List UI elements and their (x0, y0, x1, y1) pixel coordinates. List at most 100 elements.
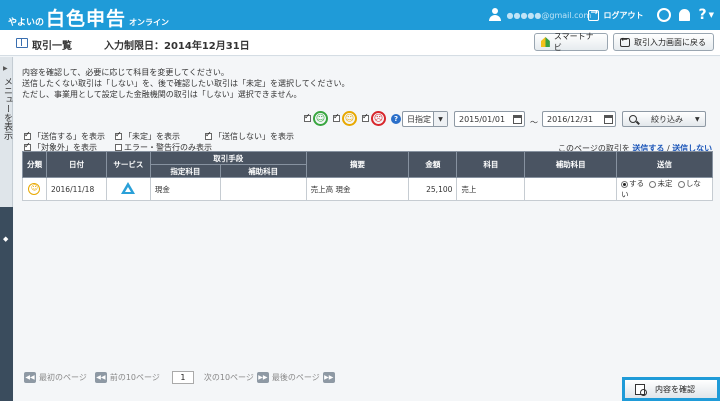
bell-icon[interactable] (679, 9, 691, 21)
logout-button[interactable]: ログアウト (588, 8, 644, 21)
smart-navi-label: スマートナビ (553, 32, 594, 52)
calendar-icon[interactable] (604, 115, 613, 124)
question-icon[interactable]: ? (391, 113, 401, 124)
service-logo-icon (121, 182, 136, 194)
logout-icon (588, 8, 600, 21)
col-description: 摘要 (305, 151, 410, 178)
send-undecided-radio[interactable] (649, 180, 657, 188)
logout-label: ログアウト (603, 10, 644, 20)
message-line-2: 送信したくない取引は「しない」を、後で確認したい取引は「未定」を選択してください… (22, 79, 350, 88)
narrow-down-button[interactable]: 絞り込み ▼ (622, 111, 706, 127)
send-no-radio[interactable] (677, 180, 685, 188)
date-to-value: 2016/12/31 (547, 114, 594, 124)
first-page-link[interactable]: 最初のページ (39, 372, 87, 383)
show-send-label: 「送信する」を表示 (33, 132, 105, 141)
date-to-input[interactable]: 2016/12/31 (542, 111, 616, 127)
transactions-table: 分類 日付 サービス 取引手段 摘要 金額 科目 補助科目 送信 指定科目 補助… (22, 151, 713, 201)
col-method-sub-account: 補助科目 (219, 164, 307, 178)
top-bar: やよいの 白色申告 オンライン ●●●●●@gmail.com ログアウト ? … (0, 0, 720, 30)
show-undecided-option[interactable]: 「未定」を表示 (115, 130, 180, 142)
collapse-icon: ◆ (3, 235, 9, 243)
date-mode-value: 日指定 (407, 114, 431, 124)
row-sub-account[interactable] (524, 177, 618, 201)
show-undecided-label: 「未定」を表示 (124, 132, 180, 141)
user-email: ●●●●●@gmail.com (506, 10, 592, 20)
row-category: ☺ (22, 177, 47, 201)
book-icon (16, 38, 28, 48)
logo-suffix: オンライン (129, 18, 170, 27)
show-not-send-option[interactable]: 「送信しない」を表示 (205, 130, 294, 142)
back-icon (620, 35, 630, 47)
good-filter-checkbox[interactable] (304, 112, 311, 122)
face-filters: ☺ ☺ ☹ ? (304, 111, 401, 126)
col-category: 分類 (22, 151, 47, 178)
page-title: 取引一覧 (32, 41, 72, 52)
bad-face-icon: ☹ (371, 111, 386, 126)
calendar-icon[interactable] (513, 115, 522, 124)
date-from-input[interactable]: 2015/01/01 (454, 111, 525, 127)
date-mode-select[interactable]: 日指定 ▼ (402, 111, 448, 127)
support-icon[interactable] (657, 8, 672, 22)
col-service: サービス (105, 151, 151, 178)
beginner-leaf-icon (541, 37, 550, 47)
message-line-3: ただし、事業用として設定した金融機関の取引は「しない」選択できません。 (22, 90, 302, 99)
user-icon (488, 8, 502, 22)
narrow-down-label: 絞り込み (651, 114, 683, 124)
date-range-separator: ～ (530, 118, 538, 127)
good-face-icon: ☺ (313, 111, 328, 126)
table-row: ☺ 2016/11/18 現金 売上高 現金 25,100 売上 する 未定 し… (22, 177, 713, 201)
show-send-checkbox[interactable] (24, 130, 31, 140)
show-excluded-checkbox[interactable] (24, 141, 31, 151)
col-amount: 金額 (408, 151, 458, 178)
row-send: する 未定 しない (616, 177, 713, 201)
col-date: 日付 (45, 151, 107, 178)
pagination: ◀◀ 最初のページ ◀◀ 前の10ページ 1 次の10ページ ▶▶ 最後のページ… (24, 371, 338, 384)
help-icon[interactable]: ? (698, 7, 706, 23)
row-account[interactable]: 売上 (456, 177, 526, 201)
send-yes-label: する (629, 179, 645, 188)
chevron-right-icon: ▶ (3, 65, 8, 72)
confirm-content-label: 内容を確認 (655, 384, 695, 394)
send-yes-radio[interactable] (621, 180, 629, 188)
row-service (105, 177, 151, 201)
show-send-option[interactable]: 「送信する」を表示 (24, 130, 105, 142)
show-not-send-label: 「送信しない」を表示 (214, 132, 294, 141)
col-sub-account: 補助科目 (524, 151, 618, 178)
next10-icon[interactable]: ▶▶ (256, 372, 269, 383)
next10-link[interactable]: 次の10ページ (204, 372, 254, 383)
show-not-send-checkbox[interactable] (205, 130, 212, 140)
last-page-icon[interactable]: ▶▶ (322, 372, 335, 383)
prev10-link[interactable]: 前の10ページ (110, 372, 160, 383)
row-description[interactable]: 売上高 現金 (305, 177, 410, 201)
back-label: 取引入力画面に戻る (634, 37, 706, 47)
date-from-value: 2015/01/01 (459, 114, 506, 124)
side-menu-toggle[interactable]: ▶ メニューを表示 ◆ (0, 57, 13, 401)
side-menu-label: メニューを表示 (2, 77, 12, 140)
title-bar: 取引一覧 入力制限日：2014年12月31日 (0, 30, 720, 56)
app-logo[interactable]: やよいの 白色申告 オンライン (8, 4, 170, 30)
mid-filter-checkbox[interactable] (333, 112, 340, 122)
show-errors-only-checkbox[interactable] (115, 144, 122, 151)
current-page-input[interactable]: 1 (171, 371, 194, 384)
confirm-content-button[interactable]: 内容を確認 (622, 377, 720, 401)
main-content: 内容を確認して、必要に応じて科目を変更してください。 送信したくない取引は「しな… (14, 57, 720, 401)
prev10-icon[interactable]: ◀◀ (94, 372, 107, 383)
row-method-account[interactable]: 現金 (149, 177, 221, 201)
row-method-sub[interactable] (219, 177, 307, 201)
smart-navi-button[interactable]: スマートナビ (534, 32, 608, 52)
search-icon (629, 115, 637, 123)
help-dropdown-icon[interactable]: ▼ (709, 11, 714, 19)
back-to-entry-button[interactable]: 取引入力画面に戻る (613, 33, 714, 51)
first-page-icon[interactable]: ◀◀ (24, 372, 36, 383)
show-undecided-checkbox[interactable] (115, 130, 122, 140)
row-amount: 25,100 (408, 177, 458, 201)
top-right-controls: ●●●●●@gmail.com ログアウト ? ▼ (488, 0, 714, 30)
chevron-down-icon: ▼ (695, 115, 700, 123)
bad-filter-checkbox[interactable] (362, 112, 369, 122)
send-undecided-label: 未定 (657, 179, 673, 188)
last-page-link[interactable]: 最後のページ (272, 372, 320, 383)
col-specified-account: 指定科目 (149, 164, 221, 178)
col-method: 取引手段 (149, 151, 307, 165)
side-menu-dark-panel: ◆ (0, 207, 13, 401)
neutral-face-icon: ☺ (28, 183, 41, 195)
